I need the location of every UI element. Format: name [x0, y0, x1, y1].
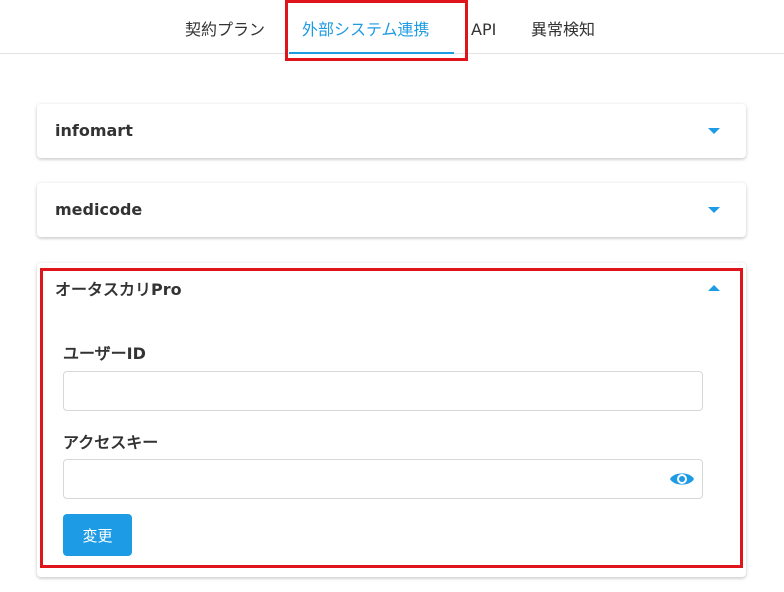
- panel-infomart-title: infomart: [55, 121, 133, 140]
- access-key-label: アクセスキー: [63, 433, 159, 452]
- change-button[interactable]: 変更: [63, 514, 132, 556]
- panel-infomart: infomart: [37, 104, 746, 158]
- chevron-down-icon: [708, 128, 720, 134]
- user-id-input[interactable]: [63, 371, 703, 411]
- tab-anomaly-detection[interactable]: 異常検知: [531, 0, 595, 53]
- tab-external-system-integration[interactable]: 外部システム連携: [302, 0, 430, 53]
- chevron-up-icon: [708, 285, 720, 291]
- panel-medicode-title: medicode: [55, 200, 143, 219]
- panel-medicode: medicode: [37, 183, 746, 237]
- panel-infomart-header[interactable]: infomart: [37, 104, 746, 158]
- panel-otasukari-pro: オータスカリPro ユーザーID アクセスキー 変更: [37, 263, 746, 577]
- eye-icon[interactable]: [669, 469, 695, 489]
- user-id-label: ユーザーID: [63, 344, 146, 363]
- tab-bar: 契約プラン 外部システム連携 API 異常検知: [0, 0, 784, 54]
- tab-contract-plan[interactable]: 契約プラン: [185, 0, 265, 53]
- panel-otasukari-pro-title: オータスカリPro: [55, 280, 182, 299]
- tab-api[interactable]: API: [471, 0, 496, 53]
- chevron-down-icon: [708, 207, 720, 213]
- access-key-input[interactable]: [63, 459, 703, 499]
- active-tab-indicator: [289, 52, 454, 54]
- panel-otasukari-pro-header[interactable]: オータスカリPro: [37, 263, 746, 317]
- panel-medicode-header[interactable]: medicode: [37, 183, 746, 237]
